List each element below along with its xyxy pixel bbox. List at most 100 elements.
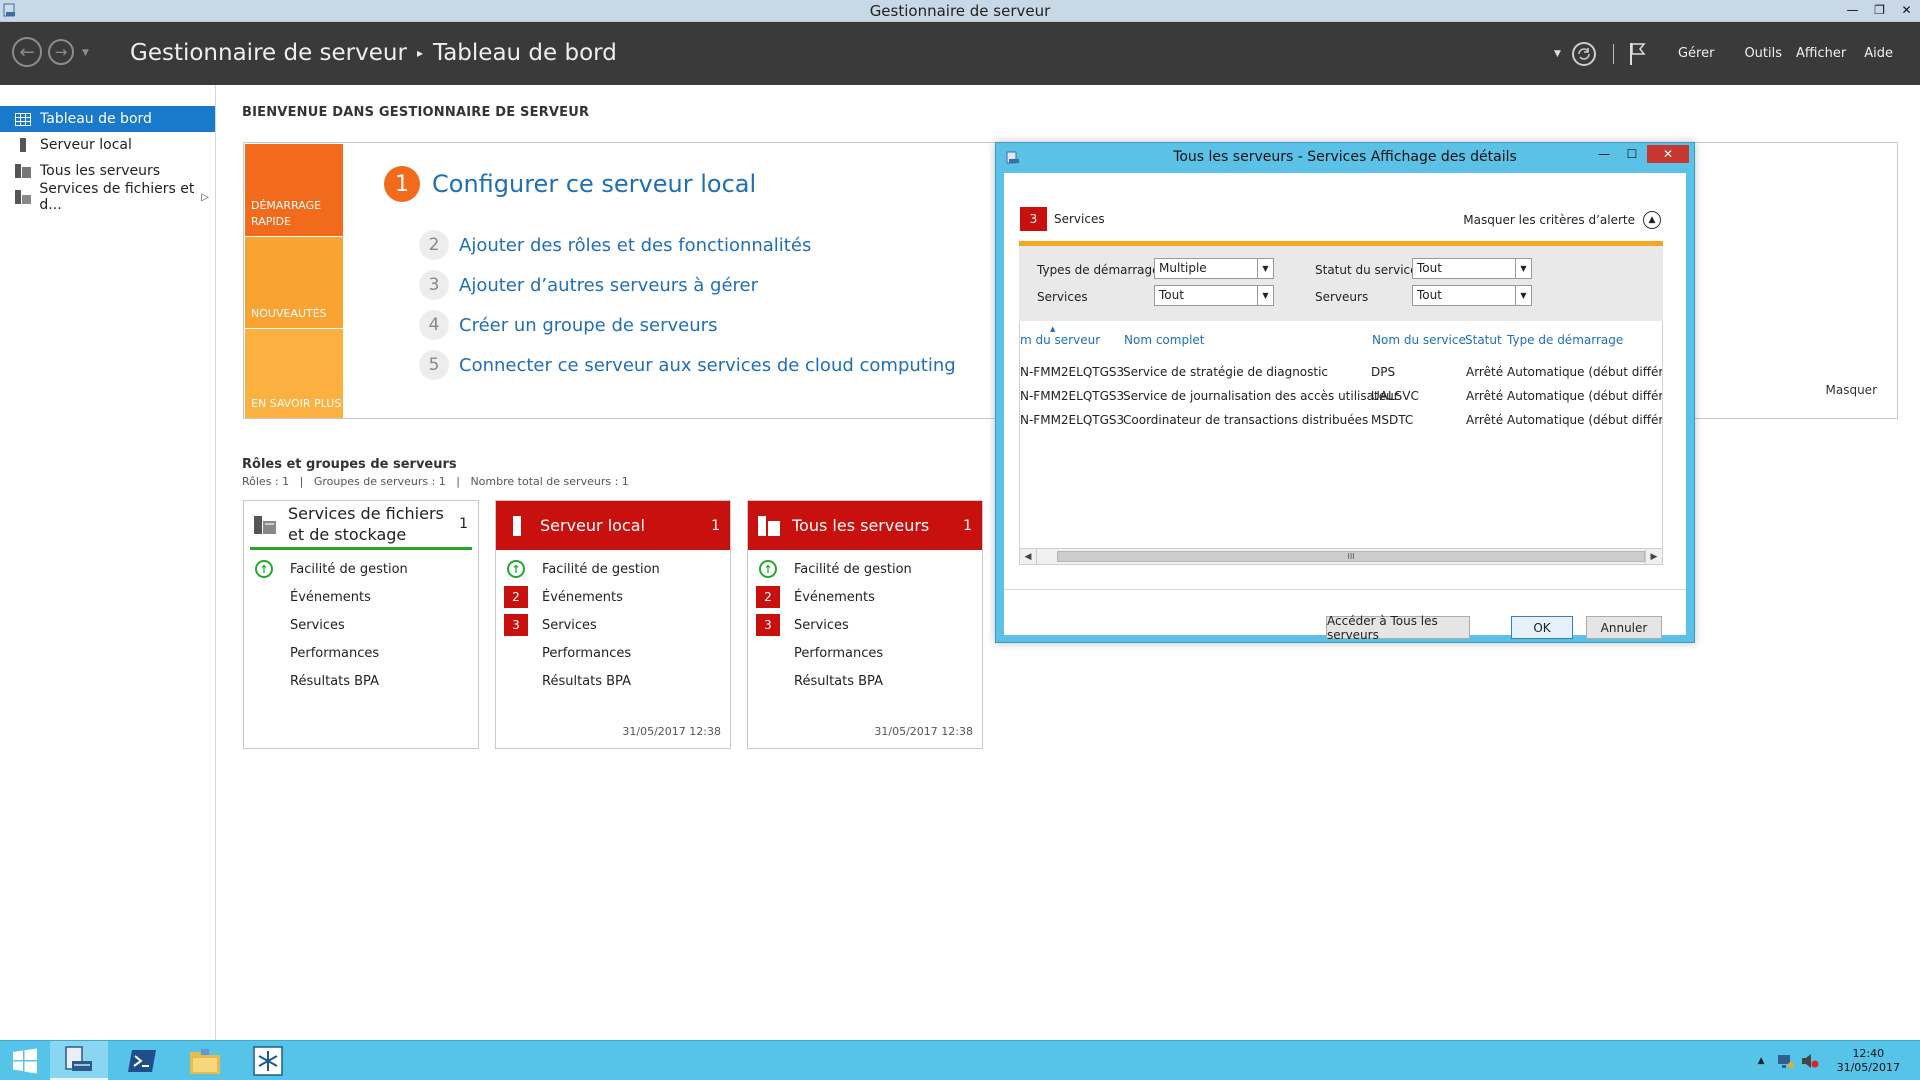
notifications-flag-icon[interactable] [1628,41,1648,67]
scroll-left-icon[interactable]: ◀ [1020,549,1037,564]
chevron-right-icon[interactable]: ▷ [201,192,209,203]
taskbar-clock[interactable]: 12:40 31/05/2017 [1837,1047,1900,1075]
table-row[interactable]: N-FMM2ELQTGS3 Service de stratégie de di… [1020,365,1662,383]
breadcrumb-root[interactable]: Gestionnaire de serveur [130,40,407,66]
tile-title: Serveur local [540,516,645,535]
column-service-name[interactable]: Nom du service [1372,333,1466,347]
horizontal-scrollbar[interactable]: ◀ III ▶ [1020,548,1662,564]
ok-button[interactable]: OK [1511,616,1573,639]
cell-status: Arrêté [1466,413,1504,427]
dialog-body: 3 Services Masquer les critères d’alerte… [1004,173,1686,642]
menu-aide[interactable]: Aide [1864,46,1893,61]
refresh-icon[interactable] [1571,41,1597,67]
sidebar-item-dashboard[interactable]: Tableau de bord [0,106,215,132]
dialog-minimize-button[interactable]: — [1591,145,1617,163]
sidebar-item-local-server[interactable]: Serveur local [0,132,215,158]
column-display-name[interactable]: Nom complet [1124,333,1205,347]
tile-file-services[interactable]: Services de fichiers et de stockage 1 ↑ … [243,500,479,749]
tile-all-servers[interactable]: Tous les serveurs 1 ↑ Facilité de gestio… [747,500,983,749]
table-row[interactable]: N-FMM2ELQTGS3 Service de journalisation … [1020,389,1662,407]
roles-section-title: Rôles et groupes de serveurs [242,457,457,472]
menu-outils[interactable]: Outils [1744,46,1782,61]
column-server-name[interactable]: m du serveur [1020,333,1100,347]
tile-row-events[interactable]: 2 Événements [496,583,730,611]
tile-row-bpa[interactable]: Résultats BPA [748,667,982,695]
menu-afficher[interactable]: Afficher [1796,46,1846,61]
dialog-titlebar[interactable]: Tous les serveurs - Services Affichage d… [996,143,1694,171]
tile-header[interactable]: Services de fichiers et de stockage 1 [250,501,472,550]
close-button[interactable]: ✕ [1893,0,1920,20]
configure-local-server-link[interactable]: Configurer ce serveur local [432,170,756,198]
tile-row-bpa[interactable]: Résultats BPA [496,667,730,695]
service-status-select[interactable]: Tout ▼ [1412,258,1532,279]
restore-button[interactable]: ❐ [1866,0,1893,20]
create-server-group-link[interactable]: Créer un groupe de serveurs [459,315,717,336]
tab-whats-new[interactable]: NOUVEAUTÉS [245,237,343,328]
scrollbar-thumb[interactable]: III [1057,551,1645,562]
dialog-title: Tous les serveurs - Services Affichage d… [1173,149,1517,165]
tile-row-manageability[interactable]: ↑ Facilité de gestion [496,555,730,583]
tile-row-manageability[interactable]: ↑ Facilité de gestion [748,555,982,583]
network-icon[interactable] [1777,1053,1795,1069]
taskbar-server-manager[interactable] [50,1041,108,1080]
hide-quickstart-link[interactable]: Masquer [1826,383,1878,397]
show-hidden-icons-icon[interactable]: ▲ [1758,1056,1765,1066]
taskbar-powershell[interactable] [113,1041,171,1080]
table-row[interactable]: N-FMM2ELQTGS3 Coordinateur de transactio… [1020,413,1662,431]
tile-local-server[interactable]: Serveur local 1 ↑ Facilité de gestion 2 … [495,500,731,749]
tab-quickstart[interactable]: DÉMARRAGE RAPIDE [245,144,343,236]
tile-row-services[interactable]: Services [244,611,478,639]
header-divider [1612,43,1614,64]
tile-row-services[interactable]: 3 Services [496,611,730,639]
tile-row-performance[interactable]: Performances [244,639,478,667]
cell-server: N-FMM2ELQTGS3 [1020,413,1125,427]
forward-arrow-icon[interactable]: → [48,39,74,65]
tile-row-performance[interactable]: Performances [496,639,730,667]
add-roles-link[interactable]: Ajouter des rôles et des fonctionnalités [459,235,811,256]
chevron-down-icon: ▼ [1257,286,1273,305]
tab-learn-more[interactable]: EN SAVOIR PLUS [245,329,343,418]
tile-row-bpa[interactable]: Résultats BPA [244,667,478,695]
start-type-value: Multiple [1159,261,1207,275]
column-status[interactable]: Statut [1465,333,1502,347]
dialog-maximize-button[interactable]: ☐ [1619,145,1645,163]
tile-row-services[interactable]: 3 Services [748,611,982,639]
connect-cloud-link[interactable]: Connecter ce serveur aux services de clo… [459,355,956,376]
servers-filter-select[interactable]: Tout ▼ [1412,285,1532,306]
services-filter-select[interactable]: Tout ▼ [1154,285,1274,306]
dialog-close-button[interactable]: ✕ [1647,145,1689,163]
tile-row-performance[interactable]: Performances [748,639,982,667]
quickstart-step-3[interactable]: 3 Ajouter d’autres serveurs à gérer [419,270,758,300]
back-arrow-icon[interactable]: ← [12,37,42,67]
sidebar-item-file-services[interactable]: Services de fichiers et d... ▷ [0,181,215,213]
column-start-type[interactable]: Type de démarrage [1507,333,1623,347]
tile-row-events[interactable]: 2 Événements [748,583,982,611]
servers-icon [758,515,780,537]
tile-row-label: Services [542,617,597,633]
cancel-button[interactable]: Annuler [1586,616,1662,639]
menu-gerer[interactable]: Gérer [1678,46,1714,61]
start-button[interactable] [0,1041,50,1080]
header-dropdown-icon[interactable]: ▼ [1554,49,1561,59]
history-dropdown-icon[interactable]: ▼ [82,48,89,58]
quickstart-step-5[interactable]: 5 Connecter ce serveur aux services de c… [419,350,956,380]
sidebar-item-label: Tableau de bord [40,111,152,127]
add-servers-link[interactable]: Ajouter d’autres serveurs à gérer [459,275,758,296]
hide-criteria-toggle[interactable]: Masquer les critères d’alerte ▲ [1463,211,1661,229]
scroll-right-icon[interactable]: ▶ [1645,549,1662,564]
quickstart-step-2[interactable]: 2 Ajouter des rôles et des fonctionnalit… [419,230,811,260]
taskbar-app[interactable] [239,1041,297,1080]
chevron-up-icon[interactable]: ▲ [1643,211,1661,229]
goto-all-servers-button[interactable]: Accéder à Tous les serveurs [1326,614,1470,642]
start-type-select[interactable]: Multiple ▼ [1154,258,1274,279]
tile-row-label: Facilité de gestion [794,561,912,577]
tile-row-events[interactable]: Événements [244,583,478,611]
tile-row-manageability[interactable]: ↑ Facilité de gestion [244,555,478,583]
quickstart-step-1[interactable]: 1 Configurer ce serveur local [384,166,756,202]
volume-muted-icon[interactable] [1801,1053,1819,1069]
tile-header[interactable]: Tous les serveurs 1 [748,501,982,550]
quickstart-step-4[interactable]: 4 Créer un groupe de serveurs [419,310,717,340]
taskbar-file-explorer[interactable] [176,1041,234,1080]
tile-header[interactable]: Serveur local 1 [496,501,730,550]
minimize-button[interactable]: — [1839,0,1866,20]
